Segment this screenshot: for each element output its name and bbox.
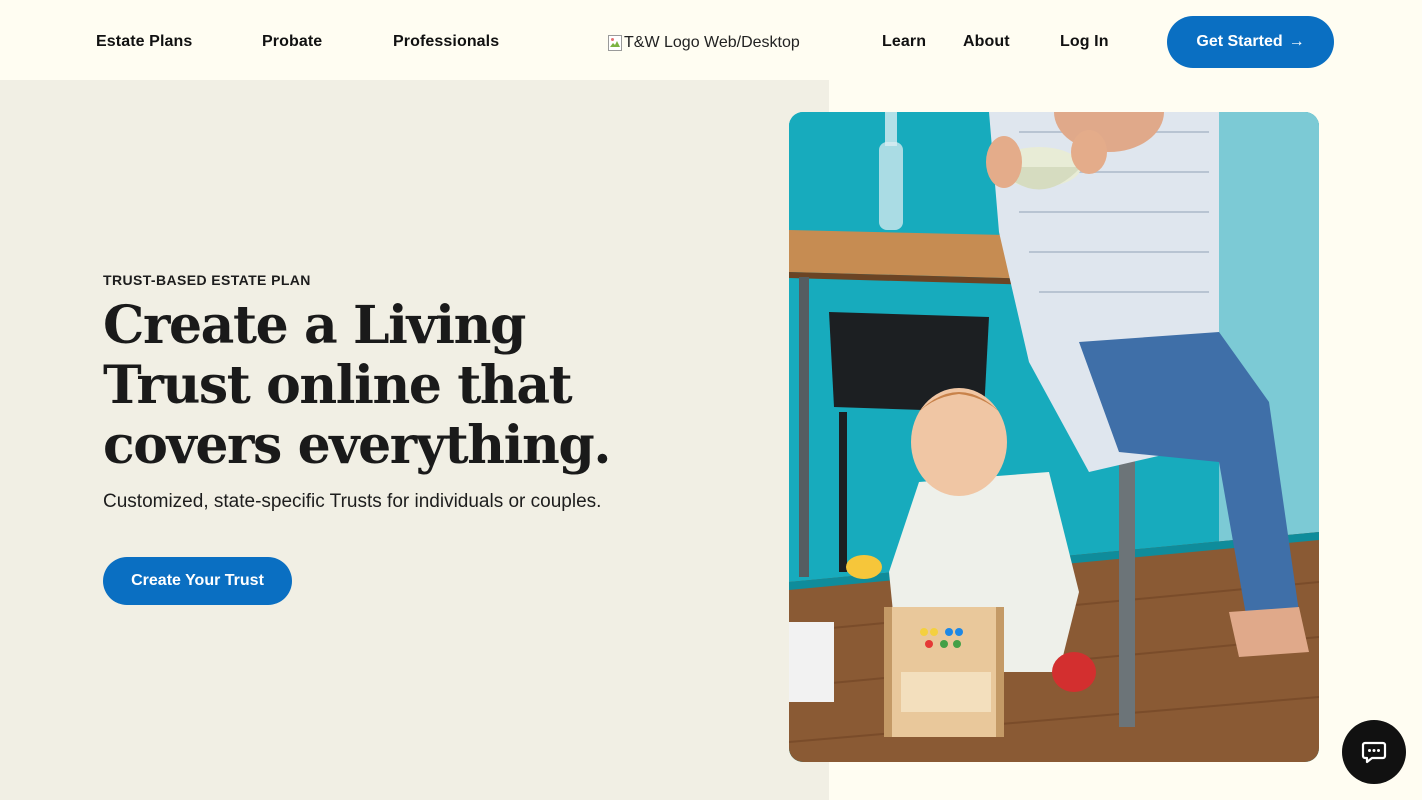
broken-image-icon [608,35,622,51]
nav-estate-plans[interactable]: Estate Plans [96,30,192,54]
logo-link[interactable]: T&W Logo Web/Desktop [608,30,800,56]
nav-professionals[interactable]: Professionals [393,30,499,54]
hero-eyebrow: TRUST-BASED ESTATE PLAN [103,272,311,288]
nav-about[interactable]: About [963,30,1010,54]
chat-bubble-icon [1361,741,1387,764]
hero-headline: Create a Living Trust online that covers… [103,295,611,476]
chat-button[interactable] [1342,720,1406,784]
top-nav: Estate Plans Probate Professionals T&W L… [0,0,1422,80]
hero-subline: Customized, state-specific Trusts for in… [103,491,602,512]
arrow-right-icon: → [1288,33,1305,50]
get-started-button[interactable]: Get Started → [1167,16,1334,68]
create-your-trust-button[interactable]: Create Your Trust [103,557,292,605]
page: Estate Plans Probate Professionals T&W L… [0,0,1422,800]
nav-learn[interactable]: Learn [882,30,926,54]
hero-photo-illustration [789,112,1319,762]
nav-log-in[interactable]: Log In [1060,30,1109,54]
get-started-label: Get Started [1196,33,1283,50]
nav-probate[interactable]: Probate [262,30,322,54]
logo-alt-text: T&W Logo Web/Desktop [624,34,800,51]
hero-photo [789,112,1319,762]
